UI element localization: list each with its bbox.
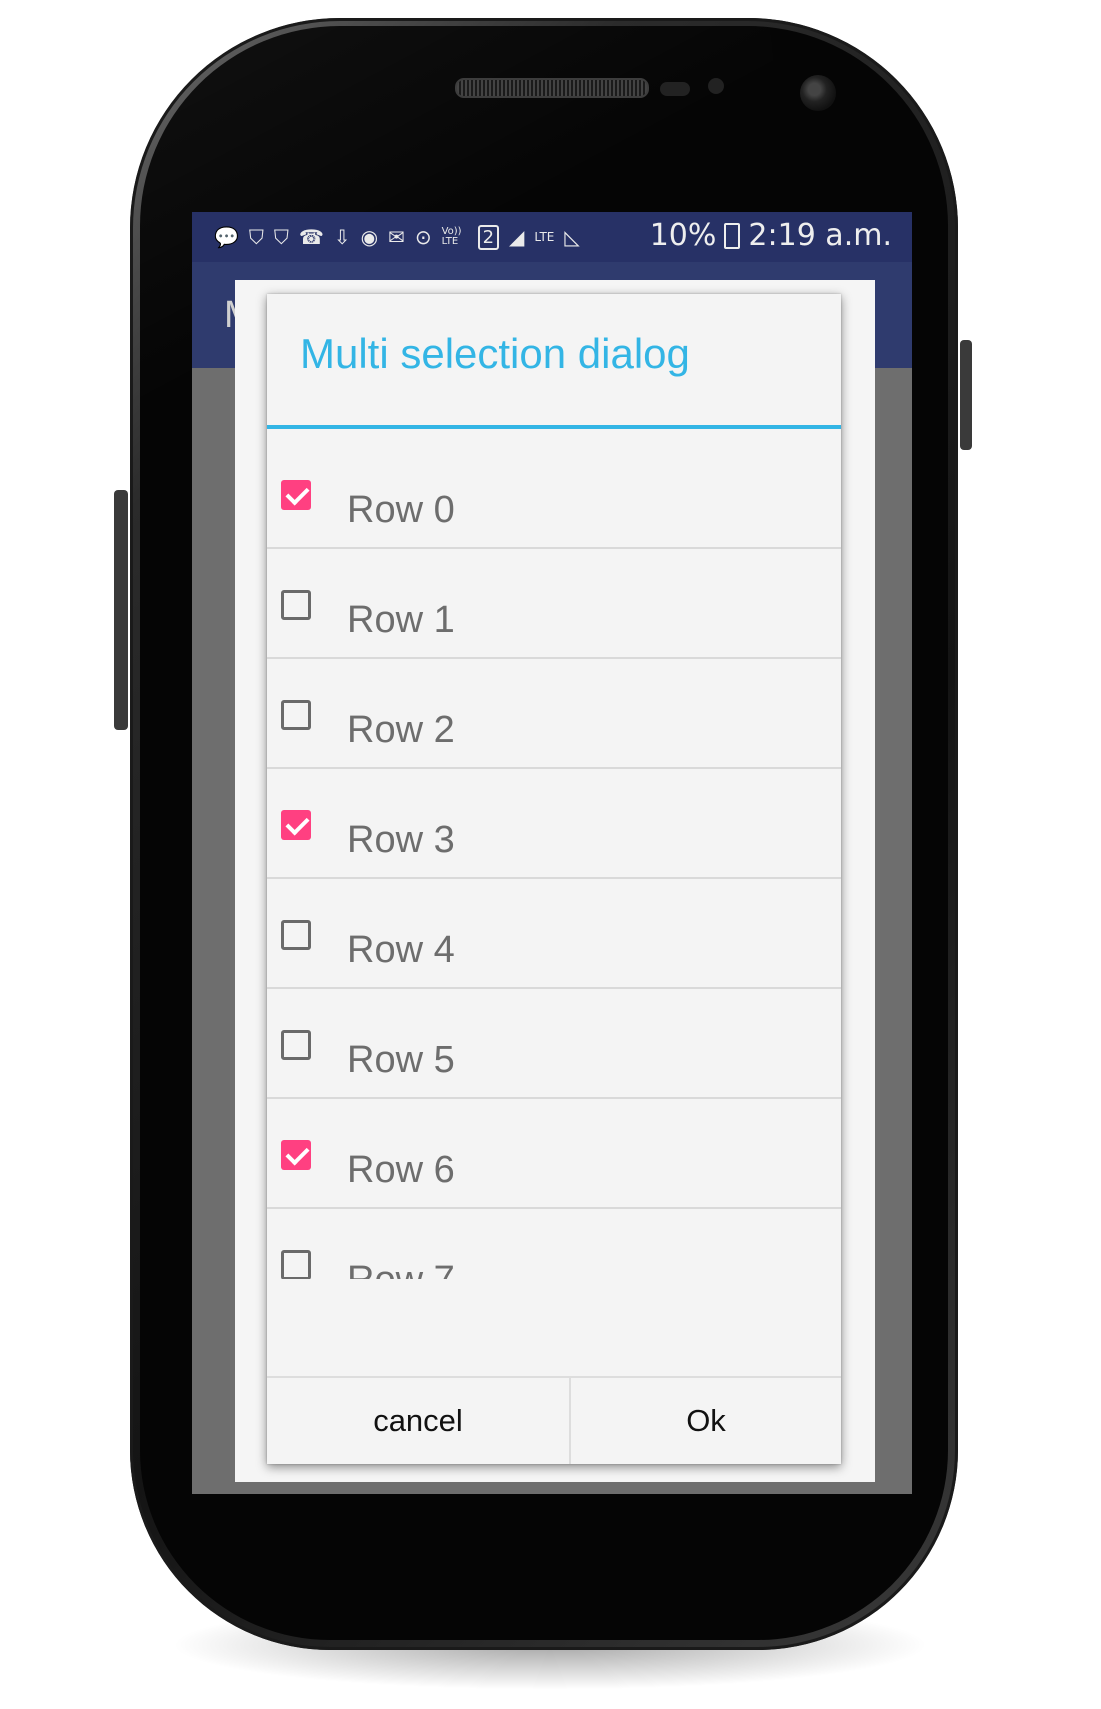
list-item[interactable]: Row 5 (267, 979, 841, 1099)
notification-icons: 💬 ⛉ ⛉ ☎ ⇩ ◉ ✉ ⊙ Vo)) LTE 2 ◢ LTE ◺ (214, 222, 580, 252)
checkbox-unchecked[interactable] (281, 920, 311, 950)
light-sensor (708, 78, 724, 94)
dialog-title: Multi selection dialog (300, 330, 690, 377)
dialog-button-bar: cancel Ok (267, 1376, 841, 1464)
multi-selection-dialog: Multi selection dialog Row 0 Row 1 Row 2… (267, 294, 841, 1464)
shield-icon: ⛉ (273, 225, 289, 249)
row-label: Row 4 (347, 929, 455, 971)
sim2-icon: 2 (477, 224, 500, 250)
cancel-button[interactable]: cancel (267, 1378, 571, 1464)
no-signal-icon: ◺ (564, 225, 580, 249)
checkbox-checked[interactable] (281, 480, 311, 510)
power-button (960, 340, 972, 450)
selection-list[interactable]: Row 0 Row 1 Row 2 Row 3 Row 4 Row 5 Row … (267, 429, 841, 1279)
missed-call-icon: ☎ (298, 225, 324, 249)
signal-icon: ◢ (509, 225, 525, 249)
list-item[interactable]: Row 4 (267, 869, 841, 989)
row-label: Row 3 (347, 819, 455, 861)
row-label: Row 1 (347, 599, 455, 641)
row-label: Row 6 (347, 1149, 455, 1191)
status-bar: 💬 ⛉ ⛉ ☎ ⇩ ◉ ✉ ⊙ Vo)) LTE 2 ◢ LTE ◺ 10% 2… (192, 212, 912, 262)
shield-icon: ⛉ (248, 225, 264, 249)
device-screen: 💬 ⛉ ⛉ ☎ ⇩ ◉ ✉ ⊙ Vo)) LTE 2 ◢ LTE ◺ 10% 2… (192, 212, 912, 1494)
checkbox-unchecked[interactable] (281, 1250, 311, 1279)
voicemail-icon: ⊙ (414, 225, 432, 249)
list-item[interactable]: Row 2 (267, 649, 841, 769)
volte-icon: Vo)) LTE (441, 226, 462, 247)
row-label: Row 7 (347, 1259, 455, 1279)
clock: 2:19 a.m. (748, 218, 892, 253)
message-icon: 💬 (214, 225, 239, 249)
speaker-grille (455, 78, 649, 98)
battery-percent: 10% (649, 218, 717, 253)
gmail-icon: ✉ (388, 225, 405, 249)
list-item[interactable]: Row 6 (267, 1089, 841, 1209)
row-label: Row 0 (347, 489, 455, 531)
list-item[interactable]: Row 3 (267, 759, 841, 879)
list-item[interactable]: Row 0 (267, 429, 841, 549)
battery-icon (724, 222, 741, 249)
row-label: Row 2 (347, 709, 455, 751)
status-right: 10% 2:19 a.m. (650, 218, 892, 253)
download-icon: ⇩ (333, 225, 351, 249)
list-item[interactable]: Row 1 (267, 539, 841, 659)
row-label: Row 5 (347, 1039, 455, 1081)
wifi-icon: ◉ (360, 225, 379, 249)
checkbox-checked[interactable] (281, 810, 311, 840)
checkbox-unchecked[interactable] (281, 590, 311, 620)
lte-icon: LTE (534, 230, 555, 244)
checkbox-unchecked[interactable] (281, 1030, 311, 1060)
front-camera (800, 75, 836, 111)
list-item[interactable]: Row 7 (267, 1199, 841, 1279)
checkbox-checked[interactable] (281, 1140, 311, 1170)
checkbox-unchecked[interactable] (281, 700, 311, 730)
ok-button[interactable]: Ok (571, 1378, 841, 1464)
proximity-sensor (660, 82, 690, 96)
volume-button (114, 490, 128, 730)
